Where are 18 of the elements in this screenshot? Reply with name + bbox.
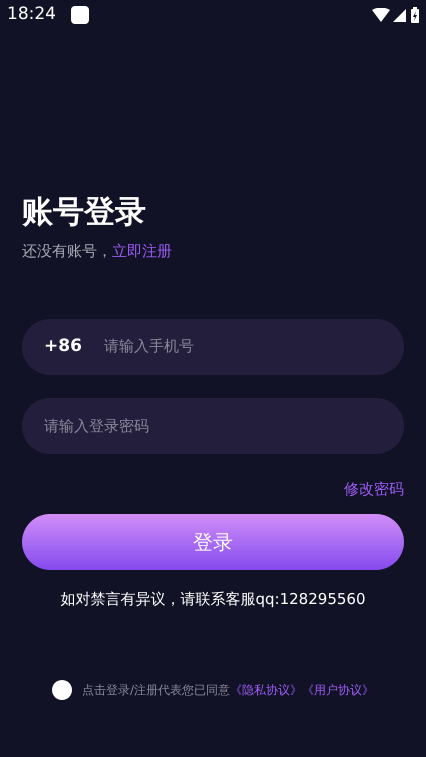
battery-icon xyxy=(411,7,419,23)
appeal-notice: 如对禁言有异议，请联系客服qq:128295560 xyxy=(60,589,366,610)
country-code[interactable]: +86 xyxy=(44,334,82,360)
agreement-checkbox[interactable] xyxy=(52,680,72,700)
subtitle-text: 还没有账号， xyxy=(22,241,112,262)
agreement-link[interactable]: 《隐私协议》 xyxy=(230,680,302,698)
app-notification-icon xyxy=(71,6,89,24)
signal-icon xyxy=(393,8,406,22)
status-time: 18:24 xyxy=(7,3,56,26)
phone-field[interactable]: +86 请输入手机号 xyxy=(22,318,404,374)
change-password-link[interactable]: 修改密码 xyxy=(344,478,404,500)
page-title: 账号登录 xyxy=(22,193,147,232)
agreement-link[interactable]: 《用户协议》 xyxy=(302,680,374,698)
login-button[interactable]: 登录 xyxy=(22,514,404,570)
register-link[interactable]: 立即注册 xyxy=(112,240,172,262)
agreement-text: 点击登录/注册代表您已同意 xyxy=(82,682,230,698)
wifi-icon xyxy=(372,8,390,22)
password-field[interactable]: 请输入登录密码 xyxy=(22,398,404,454)
